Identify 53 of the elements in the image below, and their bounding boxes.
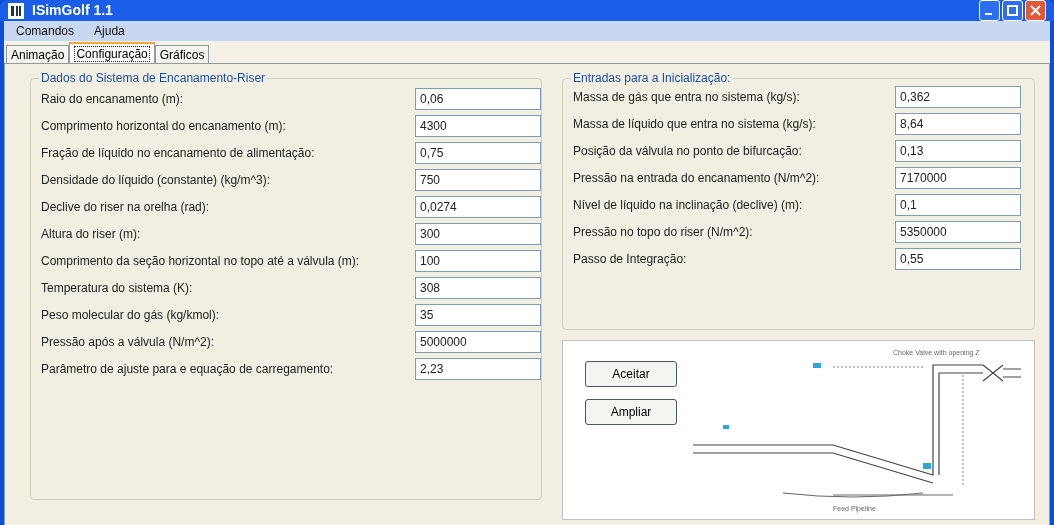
input-field[interactable]: 5350000 [895,220,1021,243]
input-field[interactable]: 5000000 [415,330,541,353]
field-label: Passo de Integração: [573,250,688,268]
input-field[interactable]: 0,1 [895,193,1021,216]
input-field[interactable]: 100 [415,249,541,272]
tab[interactable]: Animação [6,45,70,63]
field-label: Raio do encanamento (m): [41,90,185,108]
group-title: Dados do Sistema de Encanamento-Riser [39,71,268,85]
field-label: Declive do riser na orelha (rad): [41,198,211,216]
input-field[interactable]: 35 [415,303,541,326]
menu-item[interactable]: Ajuda [94,22,125,40]
field-label: Massa de gás que entra no sistema (kg/s): [573,88,801,106]
close-button[interactable] [1025,0,1046,21]
field-label: Peso molecular do gás (kg/kmol): [41,306,221,324]
field-label: Pressão após a válvula (N/m^2): [41,333,216,351]
input-field[interactable]: 0,13 [895,139,1021,162]
minimize-button[interactable] [979,0,1000,21]
field-label: Comprimento da seção horizontal no topo até a válvula (m): [41,252,361,270]
window-title: ISimGolf 1.1 [32,1,113,20]
input-field[interactable]: 2,23 [415,357,541,380]
field-label: Comprimento horizontal do encanamento (m): [41,117,287,135]
field-label: Densidade do líquido (constante) (kg/m^3): [41,171,272,189]
field-label: Temperatura do sistema (K): [41,279,194,297]
field-label: Posição da válvula no ponto de bifurcação: [573,142,803,160]
input-field[interactable]: 308 [415,276,541,299]
input-field[interactable]: 0,75 [415,141,541,164]
field-label: Parâmetro de ajuste para e equação de carregamento: [41,360,335,378]
field-label: Massa de líquido que entra no sistema (kg/s): [573,115,817,133]
input-field[interactable]: 0,55 [895,247,1021,270]
maximize-button[interactable] [1002,0,1023,21]
input-field[interactable]: 4300 [415,114,541,137]
input-field[interactable]: 300 [415,222,541,245]
menu-item[interactable]: Comandos [16,22,75,40]
tab[interactable]: Gráficos [154,45,210,63]
field-label: Pressão na entrada do encanamento (N/m^2): [573,169,821,187]
close-icon [1030,5,1041,16]
input-field[interactable]: 8,64 [895,112,1021,135]
input-field[interactable]: 0,362 [895,85,1021,108]
action-button[interactable]: Aceitar [585,361,677,387]
input-field[interactable]: 7170000 [895,166,1021,189]
group-title: Entradas para a Inicialização: [571,71,733,85]
maximize-icon [1007,5,1018,16]
tab[interactable]: Configuração [69,42,155,63]
minimize-icon [984,13,992,15]
input-field[interactable]: 0,06 [415,87,541,110]
field-label: Fração de líquido no encanamento de alimentação: [41,144,316,162]
field-label: Pressão no topo do riser (N/m^2): [573,223,754,241]
input-field[interactable]: 750 [415,168,541,191]
action-button[interactable]: Ampliar [585,399,677,425]
field-label: Altura do riser (m): [41,225,142,243]
input-field[interactable]: 0,0274 [415,195,541,218]
app-logo-icon [8,2,24,19]
field-label: Nível de líquido na inclinação (declive) (m): [573,196,804,214]
